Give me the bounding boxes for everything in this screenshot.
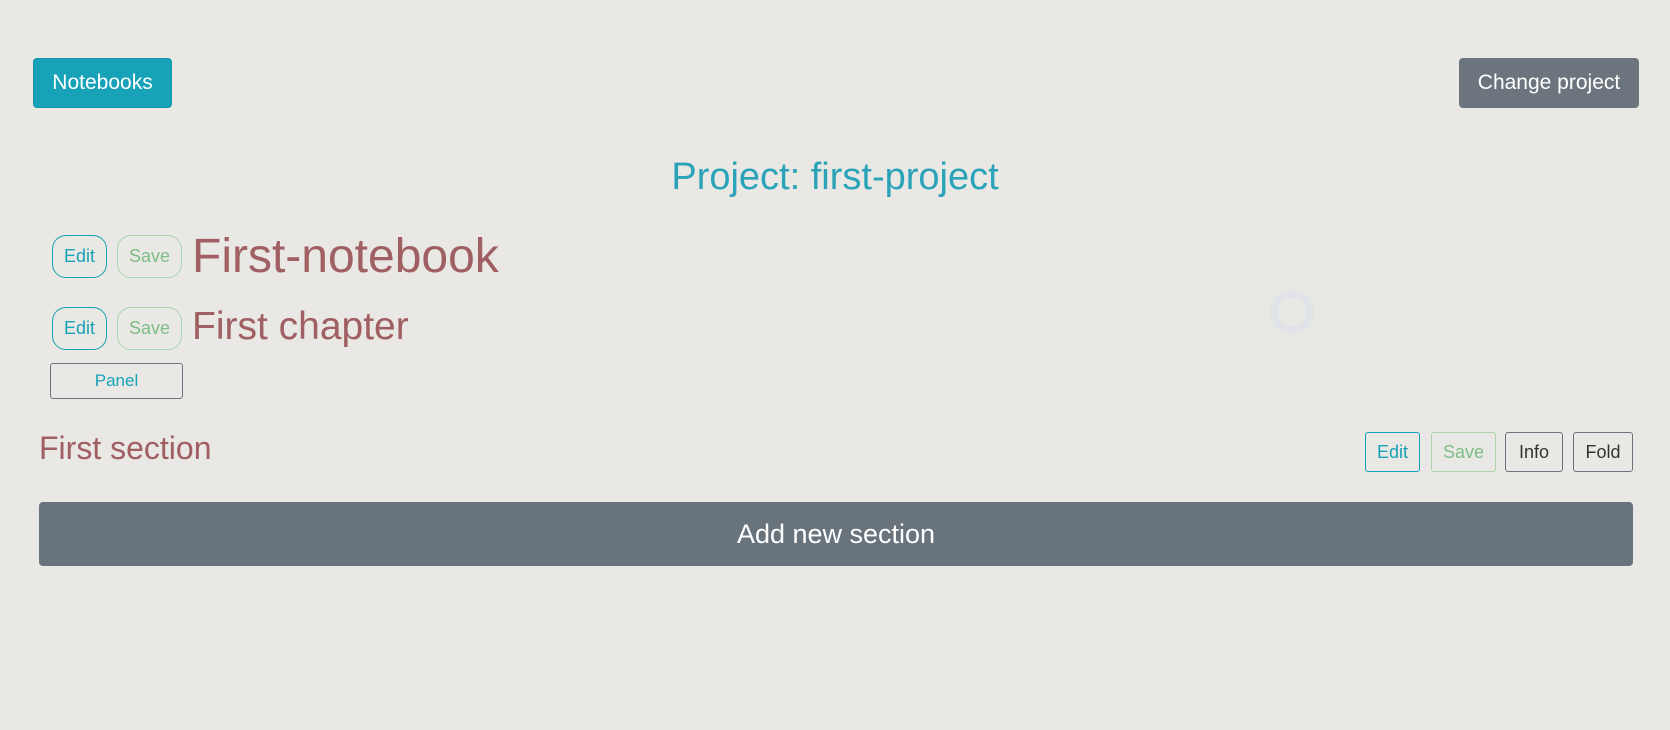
section-fold-button[interactable]: Fold (1573, 432, 1633, 472)
section-title: First section (39, 430, 212, 466)
loading-spinner-icon (1271, 291, 1313, 333)
section-info-button[interactable]: Info (1505, 432, 1563, 472)
chapter-edit-button[interactable]: Edit (52, 307, 107, 350)
add-new-section-button[interactable]: Add new section (39, 502, 1633, 566)
section-save-button[interactable]: Save (1431, 432, 1496, 472)
chapter-save-button[interactable]: Save (117, 307, 182, 350)
notebook-save-button[interactable]: Save (117, 235, 182, 278)
notebook-title: First-notebook (192, 230, 499, 283)
notebook-edit-button[interactable]: Edit (52, 235, 107, 278)
change-project-button[interactable]: Change project (1459, 58, 1639, 108)
chapter-title: First chapter (192, 305, 409, 348)
panel-button[interactable]: Panel (50, 363, 183, 399)
section-edit-button[interactable]: Edit (1365, 432, 1420, 472)
notebooks-button[interactable]: Notebooks (33, 58, 172, 108)
project-title: Project: first-project (671, 156, 999, 198)
